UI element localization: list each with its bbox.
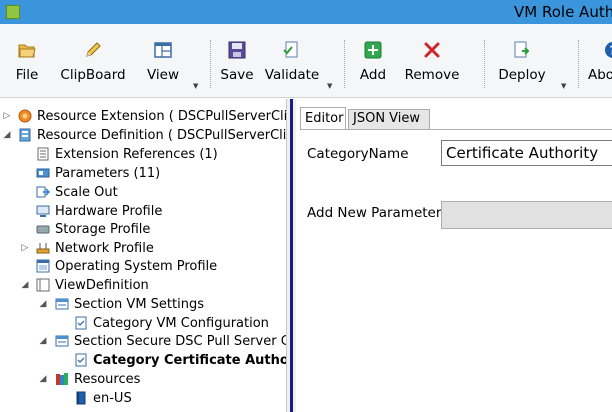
app-icon — [6, 5, 20, 19]
tree-node-label: Operating System Profile — [55, 259, 218, 274]
deploy-dropdown-icon[interactable]: ▼ — [561, 82, 566, 90]
clipboard-label: ClipBoard — [60, 67, 126, 83]
tree-node-label: Network Profile — [55, 241, 154, 256]
green-plus-icon — [364, 41, 382, 59]
remove-label: Remove — [404, 67, 460, 83]
tab-divider — [300, 129, 612, 130]
ribbon-separator — [210, 40, 211, 88]
tree-node-label: Resources — [74, 372, 141, 387]
tree-node-label: Category VM Configuration — [93, 316, 269, 331]
help-question-icon: ? — [605, 42, 612, 58]
tree-node-label: Resource Extension ( DSCPullServerClient — [37, 109, 286, 124]
window-title: VM Role Authoring Tool — [514, 3, 612, 21]
tree-node-label: en-US — [93, 391, 132, 406]
category-icon — [75, 316, 87, 330]
books-icon — [56, 373, 68, 385]
add-new-parameter-button[interactable] — [441, 201, 612, 229]
tab-editor[interactable]: Editor — [300, 107, 346, 129]
extension-references-icon — [37, 147, 49, 161]
tree-node-label: Parameters (11) — [55, 166, 161, 181]
floppy-disk-icon — [228, 41, 246, 59]
scale-out-icon — [36, 186, 50, 198]
tab-json-view[interactable]: JSON View — [348, 109, 430, 129]
add-new-parameter-label: Add New Parameter — [307, 205, 442, 221]
deploy-label: Deploy — [498, 67, 546, 83]
save-label: Save — [220, 67, 254, 83]
add-button[interactable]: Add — [352, 37, 394, 93]
collapse-arrow-icon[interactable]: ◢ — [38, 370, 48, 389]
tree-node-label: Section Secure DSC Pull Server Client — [74, 334, 286, 349]
category-name-label: CategoryName — [307, 146, 409, 162]
tree-node-label: Category Certificate Authority — [93, 353, 286, 368]
resource-extension-icon — [18, 109, 32, 123]
os-profile-icon — [36, 259, 50, 273]
vm-role-authoring-window: { "window": { "title": "VM Role Authorin… — [0, 0, 612, 412]
category-icon — [75, 353, 87, 367]
view-definition-icon — [36, 278, 50, 292]
ribbon-toolbar: File ClipBoard View ▼ Save Validate ▼ Ad… — [0, 24, 612, 98]
tree-node-label: Section VM Settings — [74, 297, 204, 312]
about-label: About — [588, 67, 612, 83]
tree-node-label: Storage Profile — [55, 222, 151, 237]
tree-node-label: ViewDefinition — [55, 278, 149, 293]
expand-arrow-icon[interactable]: ▷ — [2, 107, 12, 126]
remove-button[interactable]: Remove — [400, 37, 464, 93]
tree-node-label: Resource Definition ( DSCPullServerClien… — [37, 128, 286, 143]
save-button[interactable]: Save — [216, 37, 258, 93]
splitter-bar — [290, 99, 293, 412]
file-label: File — [15, 67, 39, 83]
expand-arrow-icon[interactable]: ▷ — [20, 239, 30, 258]
view-label: View — [146, 67, 180, 83]
tree-node-label: Scale Out — [55, 185, 118, 200]
validate-document-icon — [283, 41, 298, 58]
view-dropdown-icon[interactable]: ▼ — [193, 82, 198, 90]
about-button[interactable]: ? About — [588, 37, 612, 93]
deploy-document-icon — [514, 41, 530, 58]
collapse-arrow-icon[interactable]: ◢ — [20, 276, 30, 295]
collapse-arrow-icon[interactable]: ◢ — [38, 295, 48, 314]
ribbon-separator — [344, 40, 345, 88]
editor-pane: Editor JSON View CategoryName Certificat… — [296, 99, 612, 412]
window-layout-icon — [154, 42, 172, 58]
tree-node-label: Extension References (1) — [55, 147, 218, 162]
section-icon — [55, 298, 69, 310]
storage-profile-icon — [36, 225, 50, 234]
clipboard-button[interactable]: ClipBoard — [58, 37, 128, 93]
deploy-button[interactable]: Deploy — [494, 37, 550, 93]
title-bar: VM Role Authoring Tool — [0, 0, 612, 24]
book-icon — [76, 391, 86, 405]
collapse-arrow-icon[interactable]: ◢ — [2, 126, 12, 145]
network-profile-icon — [36, 243, 50, 254]
collapse-arrow-icon[interactable]: ◢ — [38, 332, 48, 351]
ribbon-separator — [578, 40, 579, 88]
pane-splitter[interactable] — [286, 99, 296, 412]
file-button[interactable]: File — [2, 37, 52, 93]
ribbon-separator — [484, 40, 485, 88]
validate-dropdown-icon[interactable]: ▼ — [327, 82, 332, 90]
resource-tree: ▷ Resource Extension ( DSCPullServerClie… — [0, 99, 286, 412]
parameters-icon — [36, 168, 50, 178]
view-button[interactable]: View — [140, 37, 186, 93]
pencil-icon — [86, 42, 101, 57]
folder-open-icon — [18, 44, 36, 58]
section-icon — [55, 335, 69, 347]
resource-definition-icon — [19, 128, 31, 142]
category-name-field[interactable]: Certificate Authority — [441, 140, 612, 166]
hardware-profile-icon — [36, 205, 50, 217]
validate-label: Validate — [264, 67, 320, 83]
add-label: Add — [359, 67, 387, 83]
tree-node-label: Hardware Profile — [55, 204, 163, 219]
validate-button[interactable]: Validate — [262, 37, 322, 93]
red-x-icon — [424, 42, 440, 58]
